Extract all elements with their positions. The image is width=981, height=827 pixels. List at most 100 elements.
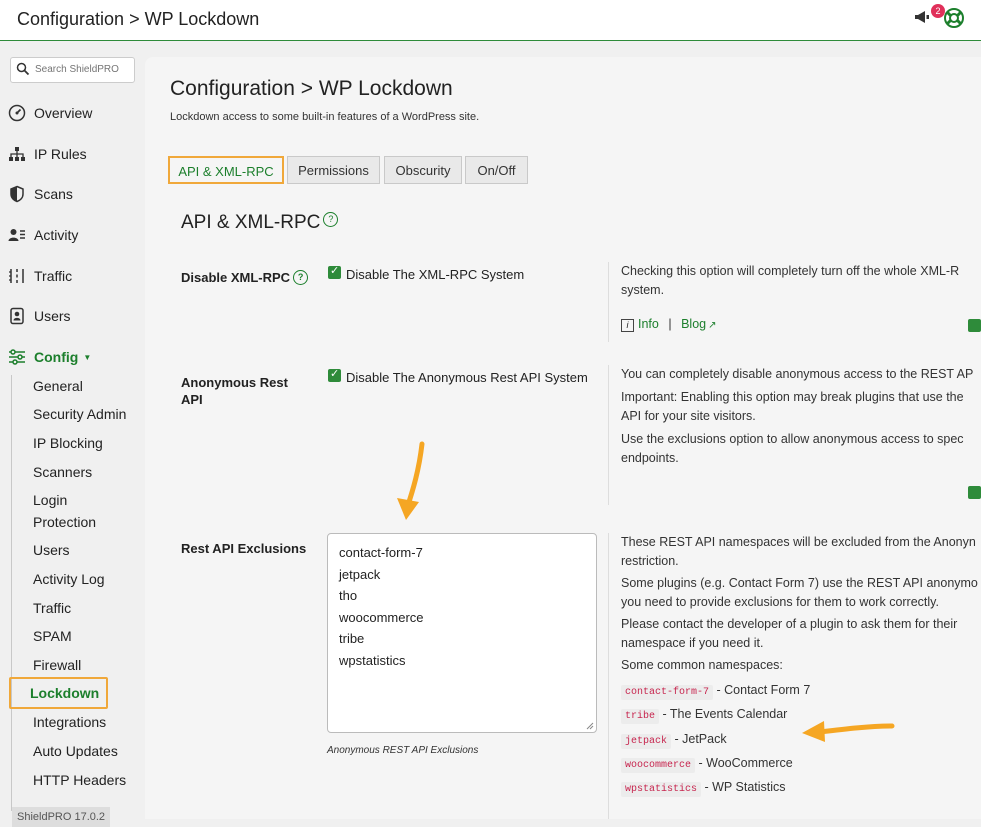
divider [608, 533, 609, 819]
namespace-code: tribe [621, 709, 660, 724]
submenu-item-spam[interactable]: SPAM [33, 625, 72, 647]
namespace-name: - WooCommerce [698, 756, 793, 770]
notification-badge: 2 [931, 4, 945, 18]
sidebar-item-users[interactable]: Users [8, 304, 71, 328]
sidebar-item-config[interactable]: Config ▼ [8, 345, 91, 369]
tab-obscurity[interactable]: Obscurity [384, 156, 462, 184]
desc-line: endpoints. [621, 451, 679, 465]
user-list-icon [8, 229, 25, 241]
sidebar-item-activity[interactable]: Activity [8, 223, 78, 247]
submenu-item-ip-blocking[interactable]: IP Blocking [33, 432, 103, 454]
exclusion-line: woocommerce [339, 609, 424, 625]
divider [608, 365, 609, 505]
desc-line: you need to provide exclusions for them … [621, 595, 939, 609]
option-label-rest-api: Anonymous Rest API [181, 374, 288, 408]
desc-line: These REST API namespaces will be exclud… [621, 535, 976, 549]
section-title-text: API & XML-RPC [181, 212, 321, 233]
submenu-item-general[interactable]: General [33, 375, 83, 397]
option-label-text: Disable XML-RPC [181, 270, 291, 285]
option-label-line: API [181, 392, 203, 407]
textarea-caption: Anonymous REST API Exclusions [327, 745, 479, 756]
sidebar-item-scans[interactable]: Scans [8, 182, 73, 206]
exclusion-line: tribe [339, 631, 365, 646]
search-input[interactable] [35, 61, 130, 78]
status-indicator [968, 486, 981, 499]
desc-line: Please contact the developer of a plugin… [621, 617, 958, 631]
desc-line: API for your site visitors. [621, 409, 756, 423]
namespace-item: jetpack - JetPack [621, 732, 727, 749]
info-link[interactable]: Info [638, 317, 659, 331]
namespace-code: jetpack [621, 734, 672, 749]
rest-api-checkbox[interactable] [328, 367, 341, 382]
main-panel: Configuration > WP Lockdown Lockdown acc… [145, 57, 981, 819]
namespace-name: - Contact Form 7 [716, 683, 811, 697]
submenu-item-scanners[interactable]: Scanners [33, 461, 92, 483]
namespace-code: woocommerce [621, 758, 696, 773]
tab-api-xml-rpc[interactable]: API & XML-RPC [168, 156, 284, 184]
sidebar-item-label: Traffic [34, 268, 73, 284]
search-icon [16, 62, 30, 76]
submenu-item-users[interactable]: Users [33, 539, 70, 561]
tab-on-off[interactable]: On/Off [465, 156, 528, 184]
option-label-rest-exclusions: Rest API Exclusions [181, 541, 307, 556]
desc-line: Some plugins (e.g. Contact Form 7) use t… [621, 576, 978, 590]
user-badge-icon [10, 307, 24, 325]
submenu-item-http-headers[interactable]: HTTP Headers [33, 769, 126, 791]
submenu-item-traffic[interactable]: Traffic [33, 597, 71, 619]
caret-down-icon: ▼ [83, 352, 92, 362]
help-icon[interactable]: ? [323, 212, 339, 227]
exclusion-line: wpstatistics [339, 652, 406, 668]
megaphone-icon[interactable] [913, 8, 931, 26]
rest-api-checkbox-label: Disable The Anonymous Rest API System [346, 370, 588, 385]
blog-link[interactable]: Blog [681, 317, 706, 331]
rest-exclusions-textarea[interactable]: contact-form-7 jetpack tho woocommerce t… [327, 533, 597, 733]
help-lifering-icon[interactable] [944, 8, 964, 28]
namespace-item: woocommerce - WooCommerce [621, 756, 793, 773]
desc-line: Checking this option will completely tur… [621, 264, 960, 278]
sidebar-item-overview[interactable]: Overview [8, 101, 92, 125]
section-title: API & XML-RPC? [181, 212, 339, 234]
namespace-name: - JetPack [674, 732, 727, 746]
sidebar: Overview IP Rules Scans Activity Traffic… [0, 41, 143, 827]
sliders-icon [9, 349, 25, 365]
sidebar-item-label: Activity [34, 227, 79, 243]
search-box[interactable] [10, 57, 135, 83]
namespace-code: contact-form-7 [621, 685, 714, 700]
exclusion-line: contact-form-7 [339, 545, 423, 560]
option-label-line: Anonymous Rest [181, 375, 288, 390]
desc-line: Important: Enabling this option may brea… [621, 390, 964, 404]
namespace-name: - WP Statistics [704, 780, 786, 794]
submenu-item-security-admin[interactable]: Security Admin [33, 403, 126, 425]
submenu-item-lockdown[interactable]: Lockdown [9, 677, 108, 709]
namespace-item: contact-form-7 - Contact Form 7 [621, 683, 811, 700]
submenu-item-auto-updates[interactable]: Auto Updates [33, 740, 118, 762]
help-icon[interactable]: ? [293, 270, 309, 285]
sidebar-item-label: Scans [34, 186, 73, 202]
sidebar-item-label: Config [34, 349, 79, 365]
info-icon: i [621, 319, 634, 332]
traffic-icon [9, 269, 24, 283]
sidebar-item-traffic[interactable]: Traffic [8, 264, 72, 288]
sidebar-item-label: Users [34, 308, 71, 324]
option-label-xmlrpc: Disable XML-RPC? [181, 270, 309, 285]
annotation-arrow-left-icon [802, 721, 895, 742]
resize-handle-icon[interactable] [584, 720, 594, 730]
top-bar: Configuration > WP Lockdown 2 [0, 0, 981, 41]
submenu-item-activity-log[interactable]: Activity Log [33, 568, 105, 590]
page-subtitle: Lockdown access to some built-in feature… [170, 111, 480, 123]
status-indicator [968, 319, 981, 332]
namespace-item: tribe - The Events Calendar [621, 707, 787, 724]
annotation-arrow-down-icon [397, 441, 425, 520]
tab-permissions[interactable]: Permissions [287, 156, 380, 184]
desc-line: Use the exclusions option to allow anony… [621, 432, 964, 446]
xmlrpc-checkbox[interactable] [328, 264, 341, 279]
xmlrpc-description: Checking this option will completely tur… [621, 262, 959, 300]
submenu-guide-line [11, 375, 12, 811]
submenu-item-firewall[interactable]: Firewall [33, 654, 81, 676]
submenu-item-integrations[interactable]: Integrations [33, 711, 106, 733]
submenu-item-login-protection[interactable]: Login Protection [33, 489, 96, 533]
sidebar-item-ip-rules[interactable]: IP Rules [8, 142, 87, 166]
desc-line: Some common namespaces: [621, 658, 783, 672]
submenu-label-line2: Protection [33, 514, 97, 530]
namespace-code: wpstatistics [621, 782, 702, 797]
